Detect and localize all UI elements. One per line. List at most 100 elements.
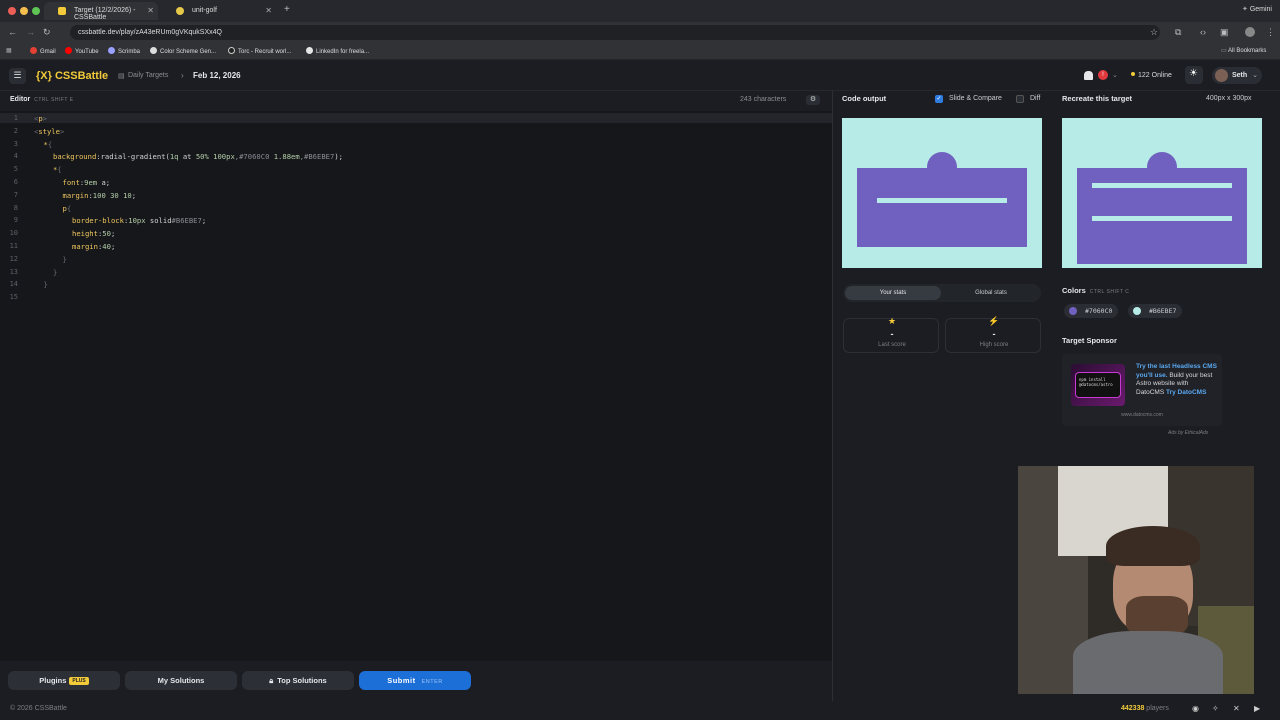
code-line[interactable]: p{ bbox=[63, 204, 72, 213]
code-token: } bbox=[53, 267, 58, 277]
code-line[interactable]: height:50; bbox=[72, 229, 115, 238]
top-solutions-button[interactable]: 🔒︎ Top Solutions bbox=[242, 671, 354, 690]
bookmark-youtube[interactable]: YouTube bbox=[65, 47, 99, 55]
all-bookmarks[interactable]: ▭ All Bookmarks bbox=[1221, 47, 1266, 54]
cssbattle-logo[interactable]: {X} CSSBattle bbox=[36, 70, 108, 82]
youtube-icon[interactable]: ▶ bbox=[1254, 705, 1262, 713]
plus-badge: PLUS bbox=[69, 677, 89, 685]
code-token: ,#B6EBE7 bbox=[299, 152, 335, 162]
code-line[interactable]: font:9em a; bbox=[63, 178, 111, 187]
gemini-button[interactable]: ✦ Gemini bbox=[1242, 5, 1272, 13]
code-line[interactable]: margin:40; bbox=[72, 242, 115, 251]
notifications-bell-icon[interactable] bbox=[1084, 71, 1093, 80]
user-avatar bbox=[1215, 69, 1228, 82]
close-tab-icon[interactable]: ✕ bbox=[147, 6, 154, 15]
editor-settings-button[interactable]: ⚙ bbox=[806, 95, 820, 105]
slide-compare-checkbox[interactable]: ✓ bbox=[935, 95, 943, 103]
menu-dots-icon[interactable]: ⋮ bbox=[1266, 27, 1275, 37]
line-number: 6 bbox=[13, 178, 18, 186]
code-line[interactable]: <p> bbox=[34, 114, 47, 123]
theme-toggle-button[interactable]: ☀ bbox=[1185, 66, 1203, 84]
breadcrumb-daily-targets[interactable]: Daily Targets bbox=[128, 72, 168, 79]
reload-icon[interactable]: ↻ bbox=[43, 27, 51, 37]
code-token: { bbox=[47, 139, 53, 149]
extensions-icon[interactable]: ⧉ bbox=[1175, 27, 1181, 37]
devtools-icon[interactable]: ‹› bbox=[1200, 27, 1206, 37]
tab-global-stats[interactable]: Global stats bbox=[943, 286, 1039, 300]
gear-icon: ⚙ bbox=[809, 96, 817, 103]
code-line[interactable]: } bbox=[53, 268, 57, 277]
bookmark-star-icon[interactable]: ☆ bbox=[1150, 27, 1158, 37]
code-token: background bbox=[53, 152, 97, 162]
diff-label[interactable]: Diff bbox=[1030, 95, 1040, 102]
color-swatch[interactable]: #7060C0 bbox=[1064, 304, 1119, 318]
code-line[interactable]: margin:100 30 10; bbox=[63, 191, 137, 200]
tab-your-stats[interactable]: Your stats bbox=[845, 286, 941, 300]
code-output-preview[interactable] bbox=[842, 118, 1042, 268]
code-token: 50% bbox=[195, 152, 209, 162]
code-line[interactable]: *{ bbox=[44, 140, 53, 149]
browser-tab-active[interactable]: Target (12/2/2026) - CSSBattle ✕ bbox=[44, 2, 158, 21]
minimize-window-dot[interactable] bbox=[20, 7, 28, 15]
my-solutions-button[interactable]: My Solutions bbox=[125, 671, 237, 690]
bookmark-color-scheme[interactable]: Color Scheme Gen... bbox=[150, 47, 216, 55]
back-icon[interactable]: ← bbox=[8, 27, 17, 37]
bookmark-gmail[interactable]: Gmail bbox=[30, 47, 56, 55]
torc-icon bbox=[228, 47, 235, 54]
panel-divider[interactable] bbox=[832, 91, 833, 701]
forward-icon[interactable]: → bbox=[26, 27, 35, 37]
online-dot-icon bbox=[1131, 72, 1135, 76]
close-tab-icon[interactable]: ✕ bbox=[265, 6, 272, 15]
code-line[interactable]: } bbox=[63, 255, 67, 264]
code-line[interactable]: <style> bbox=[34, 127, 64, 136]
color-swatch[interactable]: #B6EBE7 bbox=[1128, 304, 1183, 318]
bluesky-icon[interactable]: ✧ bbox=[1212, 705, 1220, 713]
ads-by-ethicalads[interactable]: Ads by EthicalAds bbox=[1168, 430, 1208, 436]
browser-tab[interactable]: unit-golf ✕ bbox=[162, 2, 276, 20]
plugins-button[interactable]: Plugins PLUS bbox=[8, 671, 120, 690]
code-token: > bbox=[59, 126, 65, 136]
notification-badge[interactable]: ! bbox=[1098, 70, 1108, 80]
apps-grid-icon[interactable]: ▦ bbox=[6, 47, 12, 54]
sidepanel-icon[interactable]: ▣ bbox=[1220, 27, 1229, 37]
breadcrumb-current: Feb 12, 2026 bbox=[193, 71, 241, 80]
x-icon[interactable]: ✕ bbox=[1233, 705, 1241, 713]
bookmark-torc[interactable]: Torc - Recruit worl... bbox=[228, 47, 291, 55]
submit-button[interactable]: Submit ENTER bbox=[359, 671, 471, 690]
hamburger-menu-icon[interactable]: ☰ bbox=[9, 68, 26, 84]
ad-image[interactable]: npm install @datocms/astro bbox=[1071, 364, 1125, 406]
sponsor-ad[interactable]: npm install @datocms/astro Try the last … bbox=[1062, 354, 1222, 426]
maximize-window-dot[interactable] bbox=[32, 7, 40, 15]
webcam-video bbox=[1018, 466, 1254, 694]
line-number: 1 bbox=[13, 114, 18, 122]
bookmark-scrimba[interactable]: Scrimba bbox=[108, 47, 140, 55]
code-line[interactable]: background:radial-gradient(1q at 50% 100… bbox=[53, 152, 343, 161]
unit-golf-favicon-icon bbox=[176, 7, 184, 15]
address-bar[interactable]: cssbattle.dev/play/zA43eRUm0gVKqukSXx4Q bbox=[70, 25, 1160, 40]
stripe-shape bbox=[1092, 216, 1232, 221]
high-score-card: ⚡ - High score bbox=[945, 316, 1041, 353]
code-token: 100px bbox=[213, 152, 235, 162]
new-tab-button[interactable]: + bbox=[284, 4, 290, 15]
diff-checkbox[interactable] bbox=[1016, 95, 1024, 103]
code-token: ; bbox=[110, 229, 116, 239]
ad-text[interactable]: Try the last Headless CMS you'll use. Bu… bbox=[1136, 363, 1218, 397]
code-line[interactable]: *{ bbox=[53, 165, 62, 174]
profile-avatar-icon[interactable] bbox=[1245, 27, 1255, 37]
slide-compare-label[interactable]: Slide & Compare bbox=[949, 95, 1002, 102]
code-line[interactable]: } bbox=[44, 280, 48, 289]
chevron-down-icon[interactable]: ⌄ bbox=[1112, 71, 1118, 79]
code-line[interactable]: border-block:10px solid#B6EBE7; bbox=[72, 216, 206, 225]
close-window-dot[interactable] bbox=[8, 7, 16, 15]
character-count: 243 characters bbox=[740, 96, 787, 103]
discord-icon[interactable]: ◉ bbox=[1192, 705, 1200, 713]
code-token: { bbox=[57, 165, 62, 175]
url-text: cssbattle.dev/play/zA43eRUm0gVKqukSXx4Q bbox=[78, 29, 222, 36]
ad-cta[interactable]: Try DatoCMS bbox=[1166, 389, 1206, 396]
stripe-shape bbox=[1092, 183, 1232, 188]
user-menu[interactable]: Seth ⌄ bbox=[1212, 67, 1262, 84]
code-token: border-block bbox=[72, 216, 124, 226]
code-token: ); bbox=[334, 152, 343, 162]
line-number: 7 bbox=[13, 190, 18, 199]
bookmark-linkedin[interactable]: LinkedIn for freela... bbox=[306, 47, 369, 55]
